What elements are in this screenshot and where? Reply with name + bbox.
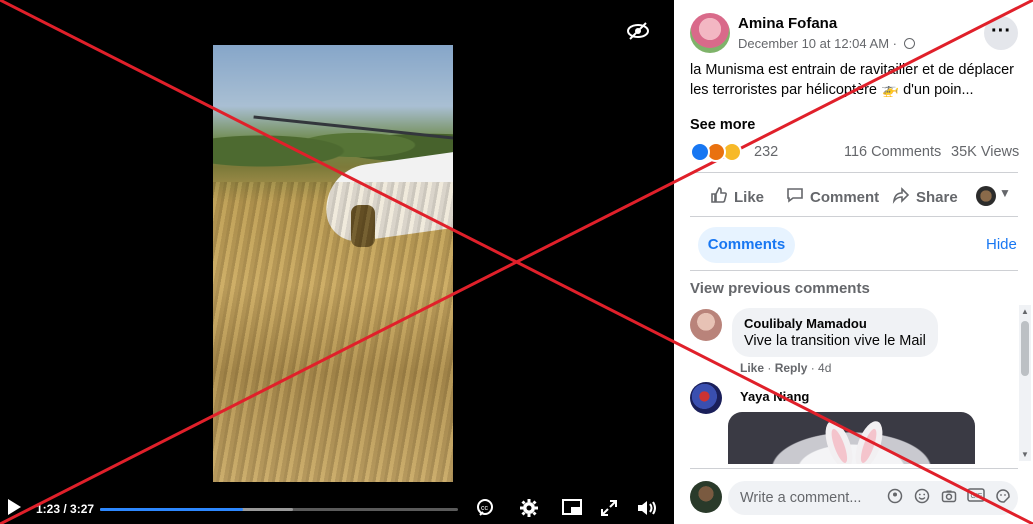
play-icon[interactable] [6,498,24,518]
comment-input[interactable]: Write a comment... GIF [728,481,1018,515]
share-label: Share [916,189,958,206]
comments-tab[interactable]: Comments [698,227,795,263]
video-time: 1:23 / 3:27 [36,502,95,516]
author-name[interactable]: Amina Fofana [738,15,837,32]
volume-icon[interactable] [634,496,660,520]
picture-in-picture-icon[interactable] [559,496,585,520]
author-avatar[interactable] [690,13,730,53]
settings-icon[interactable] [516,496,542,520]
post-date-text: December 10 at 12:04 AM · [738,36,901,51]
comments-count[interactable]: 116 Comments [844,144,941,160]
divider [690,270,1018,271]
captions-icon[interactable]: cc [472,496,498,520]
scroll-up-icon[interactable]: ▲ [1021,307,1029,316]
comment-label: Comment [810,189,880,206]
post-date[interactable]: December 10 at 12:04 AM · [738,36,915,51]
like-label: Like [734,189,765,206]
more-options-button[interactable]: ··· [984,16,1018,50]
reaction-count[interactable]: 232 [754,144,778,160]
comment-icon [786,186,804,209]
sticker-icon[interactable] [994,488,1012,506]
hide-comments-link[interactable]: Hide [986,236,1017,253]
audience-avatar[interactable] [976,186,996,206]
gif-icon[interactable]: GIF [967,488,985,506]
current-user-avatar[interactable] [690,481,722,513]
comment-input-placeholder: Write a comment... [740,490,862,506]
comment-age: 4d [818,361,832,375]
svg-text:cc: cc [481,505,489,512]
comment-like-link[interactable]: Like [740,361,764,375]
hide-eye-icon[interactable] [624,20,652,46]
screenshot-root: 1:23 / 3:27 cc Amina Fofana December 10 … [0,0,1033,524]
commenter-name[interactable]: Yaya Niang [740,389,809,404]
sticker-ear [850,417,888,464]
share-icon [892,186,910,209]
commenter-name[interactable]: Coulibaly Mamadou [744,316,926,331]
comment-button[interactable]: Comment [786,186,879,209]
share-button[interactable]: Share [892,186,958,209]
svg-text:GIF: GIF [971,493,983,500]
commenter-avatar[interactable] [690,382,722,414]
video-grass [213,182,453,482]
like-button[interactable]: Like [710,186,764,209]
avatar-sticker-icon[interactable] [886,488,904,506]
scroll-down-icon[interactable]: ▼ [1021,450,1029,459]
video-played-fill [100,508,244,511]
globe-icon [903,38,915,49]
fullscreen-icon[interactable] [596,496,622,520]
post-panel: Amina Fofana December 10 at 12:04 AM · ·… [674,0,1033,524]
video-controls: 1:23 / 3:27 cc [0,492,674,524]
reaction-icons[interactable] [690,142,750,162]
comment-meta: Like · Reply · 4d [740,361,832,375]
chevron-down-icon[interactable]: ▼ [999,186,1011,200]
like-reaction-icon [690,142,710,162]
scrollbar-thumb[interactable] [1021,321,1029,376]
video-player[interactable]: 1:23 / 3:27 cc [0,0,674,524]
post-text: la Munisma est entrain de ravitailler et… [690,62,1014,98]
divider [690,216,1018,217]
divider [690,468,1018,469]
comment-sticker-image[interactable] [728,412,975,464]
sticker-ear [820,417,858,464]
emoji-icon[interactable] [913,488,931,506]
video-frame[interactable] [213,45,453,482]
camera-icon[interactable] [940,488,958,506]
comments-scrollbar[interactable]: ▲ ▼ [1019,305,1031,461]
comment-bubble: Coulibaly Mamadou Vive la transition viv… [732,308,938,357]
commenter-avatar[interactable] [690,309,722,341]
see-more-link[interactable]: See more [690,117,755,133]
comment-reply-link[interactable]: Reply [775,361,808,375]
view-previous-comments-link[interactable]: View previous comments [690,280,870,297]
video-progress-bar[interactable] [100,508,458,511]
comment-text: Vive la transition vive le Mail [744,333,926,349]
divider [690,172,1018,173]
thumbs-up-icon [710,186,728,209]
views-count: 35K Views [951,144,1020,160]
